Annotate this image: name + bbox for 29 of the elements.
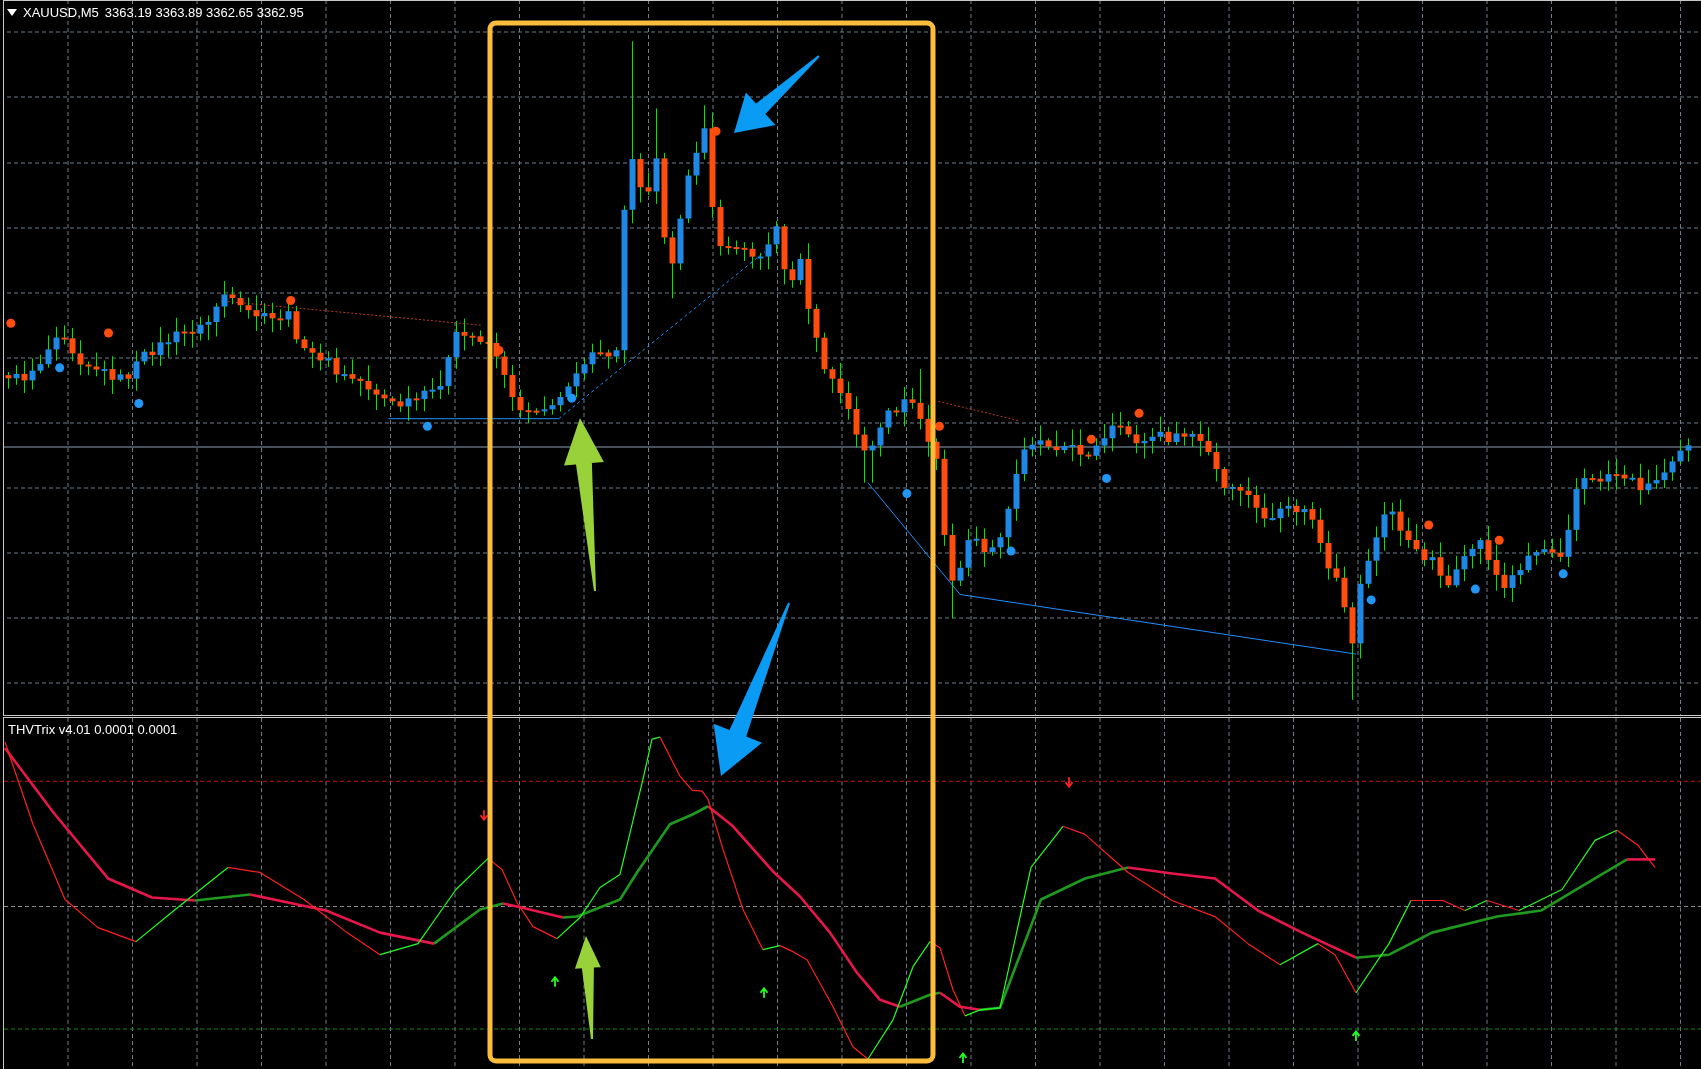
- signal-dot-icon: [6, 318, 16, 328]
- up-arrow-icon: [958, 1052, 968, 1064]
- up-arrow-icon: [550, 975, 560, 988]
- dropdown-caret-icon[interactable]: [7, 9, 17, 16]
- up-arrow-icon: [1351, 1029, 1361, 1042]
- signal-dot-icon: [1558, 569, 1568, 579]
- signal-dot-icon: [711, 126, 721, 136]
- signal-dot-icon: [1470, 584, 1480, 594]
- signal-dot-icon: [1134, 408, 1144, 418]
- down-arrow-icon: [479, 809, 489, 822]
- signal-dot-icon: [1086, 434, 1096, 444]
- signal-dot-icon: [104, 328, 113, 338]
- down-arrow-icon: [1064, 776, 1074, 789]
- signal-dot-icon: [1102, 473, 1111, 483]
- signal-dot-icon: [1366, 595, 1376, 605]
- up-arrow-icon: [759, 986, 769, 999]
- signal-dot-icon: [55, 363, 65, 373]
- signal-dot-icon: [1006, 546, 1016, 556]
- signal-dot-icon: [422, 421, 432, 431]
- symbol-timeframe: XAUUSD,M5: [23, 6, 99, 19]
- signal-dot-icon: [1494, 535, 1504, 545]
- signal-dot-icon: [934, 421, 944, 431]
- indicator-label: THVTrix v4.01 0.0001 0.0001: [8, 723, 178, 736]
- signal-dot-icon: [902, 489, 912, 499]
- ohlc-values: 3363.19 3363.89 3362.65 3362.95: [104, 6, 304, 19]
- signal-dot-icon: [567, 393, 577, 403]
- signal-dot-icon: [1424, 520, 1434, 530]
- signal-dot-icon: [286, 296, 296, 305]
- signal-dot-icon: [134, 399, 144, 409]
